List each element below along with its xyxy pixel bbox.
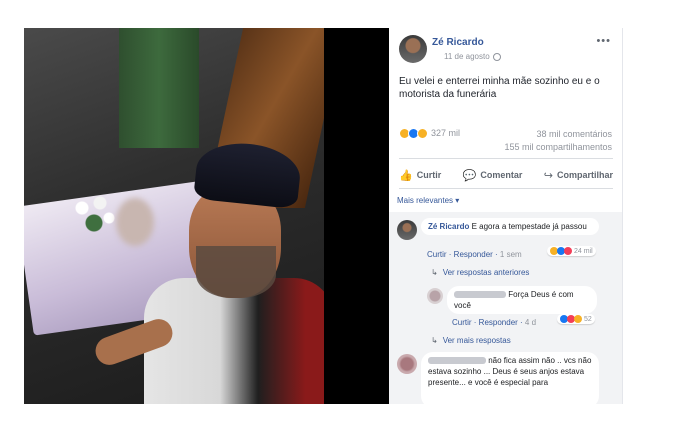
more-options-icon[interactable]: ••• [596, 35, 611, 47]
engagement-counts: 38 mil comentários 155 mil compartilhame… [504, 128, 612, 154]
wow-icon [574, 315, 582, 323]
action-bar: 👍 Curtir 💬 Comentar ↪ Compartilhar [399, 165, 613, 185]
post-photo[interactable] [24, 28, 324, 404]
photo-blurred-face [116, 198, 154, 246]
view-previous-replies[interactable]: ↳ Ver respostas anteriores [431, 268, 529, 277]
comments-section: Zé Ricardo E agora a tempestade já passo… [389, 212, 622, 404]
comments-count[interactable]: 38 mil comentários [504, 128, 612, 141]
comment-like-link[interactable]: Curtir [427, 250, 447, 259]
comment-time[interactable]: 1 sem [500, 250, 522, 259]
reply-like-link[interactable]: Curtir [452, 318, 472, 327]
reply-time[interactable]: 4 d [525, 318, 536, 327]
comment-bubble: Zé Ricardo E agora a tempestade já passo… [421, 218, 599, 235]
thumbs-up-icon: 👍 [399, 169, 413, 182]
commenter-avatar[interactable] [397, 220, 417, 240]
share-arrow-icon: ↪ [543, 169, 553, 182]
reply-arrow-icon: ↳ [431, 336, 438, 345]
author-name[interactable]: Zé Ricardo [432, 37, 484, 48]
blurred-name [454, 291, 506, 299]
comment-reactions[interactable]: 24 mil [547, 246, 596, 256]
speech-bubble-icon: 💬 [462, 169, 477, 182]
post-date[interactable]: 11 de agosto [444, 52, 490, 61]
reply-arrow-icon: ↳ [431, 268, 438, 277]
share-button[interactable]: ↪ Compartilhar [544, 165, 613, 185]
comment-reaction-count: 24 mil [574, 247, 593, 255]
comment-bubble: não fica assim não .. vcs não estava soz… [421, 352, 599, 404]
post-sidebar: Zé Ricardo 11 de agosto ••• Eu velei e e… [389, 28, 623, 404]
like-button[interactable]: 👍 Curtir [399, 165, 441, 185]
view-more-label: Ver mais respostas [442, 336, 511, 345]
comment-author[interactable]: Zé Ricardo [428, 222, 469, 231]
photo-wall [119, 28, 199, 148]
post-meta: 11 de agosto [444, 52, 501, 61]
commenter-avatar[interactable] [397, 354, 417, 374]
reply-reaction-count: 52 [584, 315, 592, 323]
post-header: Zé Ricardo 11 de agosto ••• [399, 35, 613, 65]
comment-actions: Curtir · Responder · 1 sem [427, 250, 522, 259]
reply-avatar[interactable] [427, 288, 443, 304]
blurred-name [428, 357, 486, 365]
photo-man-beard [196, 246, 276, 298]
divider [399, 158, 613, 159]
divider [399, 188, 613, 189]
share-label: Compartilhar [556, 170, 613, 180]
comment-reply-link[interactable]: Responder [454, 250, 493, 259]
comment-label: Comentar [480, 170, 523, 180]
shares-count[interactable]: 155 mil compartilhamentos [504, 141, 612, 154]
view-previous-label: Ver respostas anteriores [442, 268, 530, 277]
globe-icon [492, 52, 501, 61]
reply-reply-link[interactable]: Responder [479, 318, 518, 327]
reply-bubble: Força Deus é com você [447, 286, 597, 314]
love-icon [564, 247, 572, 255]
reaction-count: 327 mil [431, 128, 461, 138]
comment-button[interactable]: 💬 Comentar [463, 165, 523, 185]
like-label: Curtir [416, 170, 442, 180]
reply-reactions[interactable]: 52 [557, 314, 595, 324]
reply-actions: Curtir · Responder · 4 d [452, 318, 537, 327]
wow-icon [417, 127, 428, 139]
photo-flowers [64, 188, 124, 238]
author-avatar[interactable] [399, 35, 427, 63]
view-more-replies[interactable]: ↳ Ver mais respostas [431, 336, 511, 345]
comment-text: E agora a tempestade já passou [471, 222, 587, 231]
reaction-summary[interactable]: 327 mil [399, 126, 460, 140]
post-text: Eu velei e enterrei minha mãe sozinho eu… [399, 76, 600, 100]
photo-viewer[interactable] [24, 28, 389, 404]
comment-filter-dropdown[interactable]: Mais relevantes ▾ [397, 196, 459, 205]
